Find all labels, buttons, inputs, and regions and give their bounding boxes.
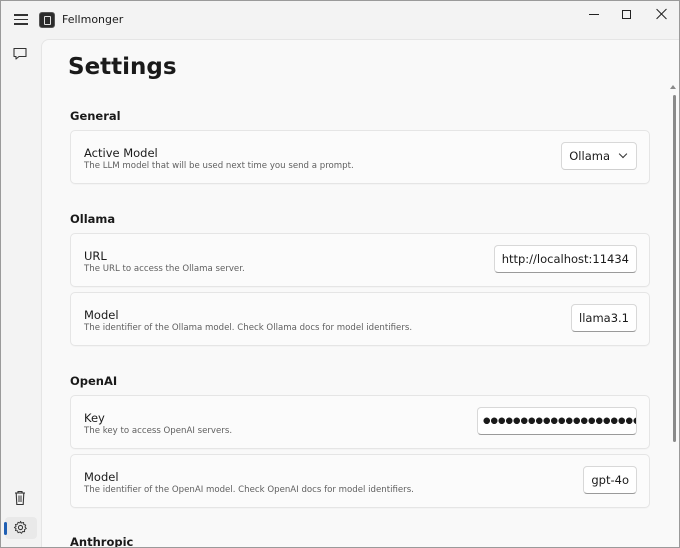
- section-header-general: General: [70, 109, 121, 123]
- openai-key-password-input[interactable]: ●●●●●●●●●●●●●●●●●●●●●●●●●●●●●●●: [477, 407, 637, 435]
- maximize-button[interactable]: [608, 1, 644, 27]
- setting-label: Model: [84, 470, 119, 484]
- setting-description: The LLM model that will be used next tim…: [84, 161, 354, 171]
- setting-card-openai-key: Key The key to access OpenAI servers. ●●…: [70, 395, 650, 449]
- gear-icon: [13, 520, 27, 534]
- setting-label: URL: [84, 249, 107, 263]
- page-title: Settings: [68, 54, 177, 80]
- ollama-url-input[interactable]: http://localhost:11434: [493, 245, 637, 273]
- ollama-model-input[interactable]: llama3.1: [571, 304, 637, 332]
- hamburger-menu-icon[interactable]: [11, 11, 31, 29]
- settings-page: Settings General Active Model The LLM mo…: [41, 39, 679, 547]
- setting-label: Active Model: [84, 146, 158, 160]
- section-header-anthropic: Anthropic: [70, 535, 134, 547]
- setting-card-active-model: Active Model The LLM model that will be …: [70, 130, 650, 184]
- app-window: Fellmonger Settings General Active Model…: [0, 0, 680, 548]
- title-bar: Fellmonger: [1, 1, 679, 39]
- chat-icon[interactable]: [12, 46, 28, 60]
- setting-description: The key to access OpenAI servers.: [84, 426, 233, 436]
- setting-card-ollama-url: URL The URL to access the Ollama server.…: [70, 233, 650, 287]
- setting-label: Model: [84, 308, 119, 322]
- setting-description: The identifier of the OpenAI model. Chec…: [84, 485, 414, 495]
- maximize-icon: [621, 9, 631, 19]
- minimize-button[interactable]: [576, 1, 612, 27]
- scrollbar-thumb[interactable]: [673, 95, 676, 442]
- section-header-ollama: Ollama: [70, 212, 116, 226]
- nav-item-settings[interactable]: [4, 517, 37, 539]
- close-button[interactable]: [644, 1, 679, 27]
- setting-card-openai-model: Model The identifier of the OpenAI model…: [70, 454, 650, 508]
- selection-indicator: [4, 522, 7, 535]
- setting-description: The URL to access the Ollama server.: [84, 264, 245, 274]
- close-icon: [656, 8, 668, 20]
- navigation-rail: [1, 39, 41, 547]
- setting-label: Key: [84, 411, 105, 425]
- app-logo-icon: [39, 12, 55, 28]
- setting-card-ollama-model: Model The identifier of the Ollama model…: [70, 292, 650, 346]
- active-model-dropdown[interactable]: Ollama: [561, 142, 637, 170]
- trash-icon[interactable]: [12, 489, 28, 507]
- chevron-down-icon: [618, 149, 628, 159]
- minimize-icon: [589, 13, 599, 15]
- app-title: Fellmonger: [62, 13, 124, 26]
- scroll-up-arrow-icon[interactable]: [670, 85, 676, 89]
- section-header-openai: OpenAI: [70, 374, 118, 388]
- openai-model-input[interactable]: gpt-4o: [583, 466, 637, 494]
- dropdown-value: Ollama: [569, 149, 610, 163]
- setting-description: The identifier of the Ollama model. Chec…: [84, 323, 413, 333]
